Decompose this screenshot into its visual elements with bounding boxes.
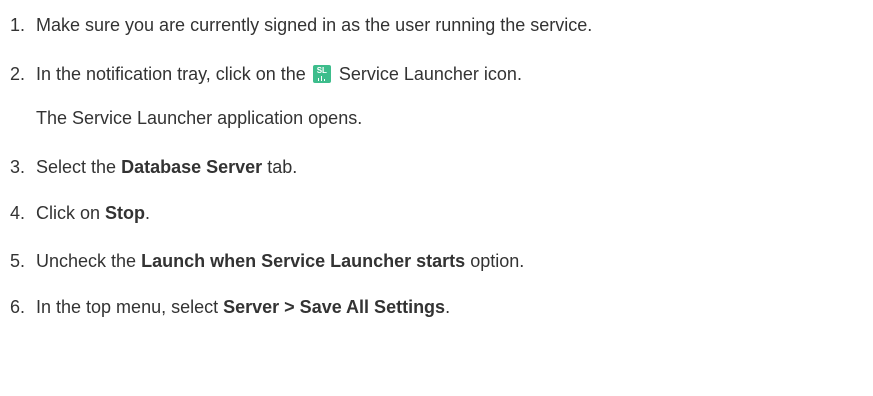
step-text-after: . (145, 203, 151, 223)
ui-label-save-all-settings: Server > Save All Settings (223, 297, 446, 317)
icon-label: SL (316, 66, 327, 75)
step-text: Make sure you are currently signed in as… (36, 15, 593, 35)
step-text: In the notification tray, click on the S… (36, 59, 522, 89)
step-text-after: tab. (267, 157, 298, 177)
step-text-after: Service Launcher icon. (338, 64, 522, 84)
step-text: Uncheck the Launch when Service Launcher… (36, 246, 524, 276)
step-text-before: Select the (36, 157, 117, 177)
ui-label-database-server: Database Server (121, 157, 263, 177)
step-text-after: . (445, 297, 451, 317)
step-text-after: option. (470, 251, 525, 271)
step-text: In the top menu, select Server > Save Al… (36, 292, 450, 322)
ui-label-stop: Stop (105, 203, 146, 223)
service-launcher-icon: SL (312, 65, 331, 83)
step-text: Select the Database Server tab. (36, 152, 297, 182)
step-text-before: In the top menu, select (36, 297, 219, 317)
step-text-before: In the notification tray, click on the (36, 64, 306, 84)
step-result-text: The Service Launcher application opens. (36, 108, 363, 128)
step-text-before: Uncheck the (36, 251, 137, 271)
step-text: Click on Stop. (36, 198, 150, 228)
instruction-steps: 1. Make sure you are currently signed in… (0, 0, 873, 396)
ui-label-launch-option: Launch when Service Launcher starts (141, 251, 466, 271)
step-text-before: Click on (36, 203, 101, 223)
